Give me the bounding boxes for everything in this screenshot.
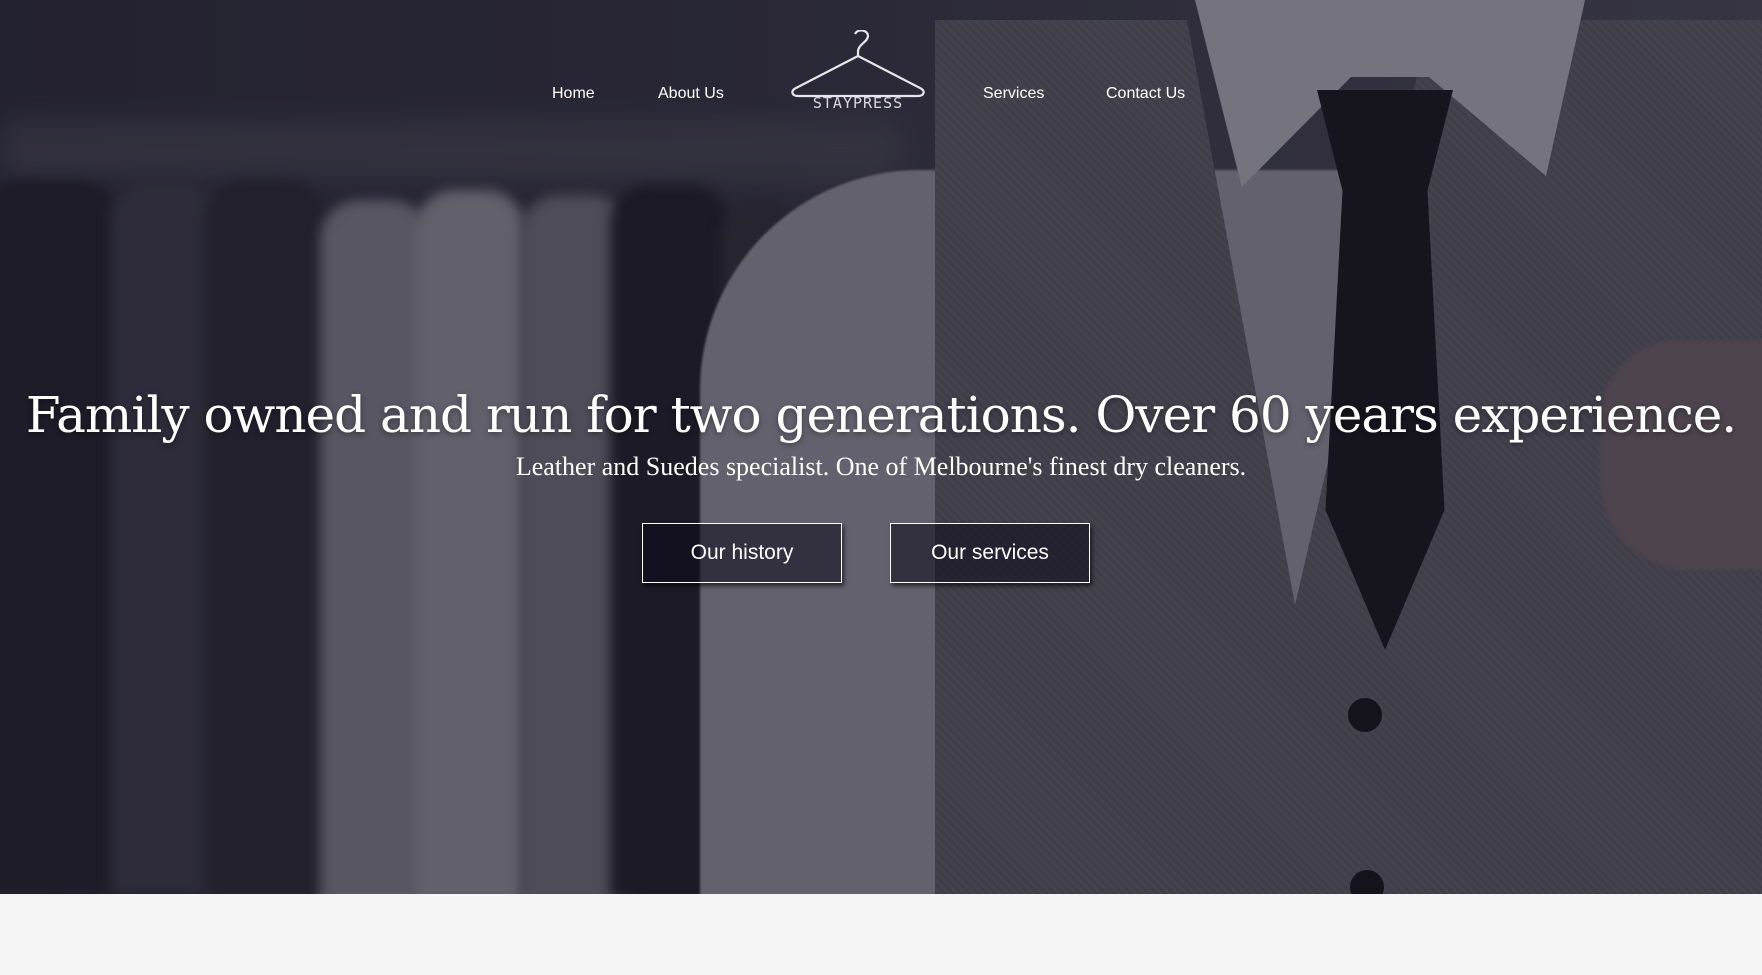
nav-home-link[interactable]: Home	[552, 85, 595, 103]
our-services-button[interactable]: Our services	[890, 523, 1090, 583]
hanger-icon	[791, 29, 925, 98]
nav-about-link[interactable]: About Us	[658, 85, 724, 103]
nav-contact-link[interactable]: Contact Us	[1106, 85, 1185, 103]
staypress-logo[interactable]: STAYPRESS	[788, 29, 928, 118]
our-history-button[interactable]: Our history	[642, 523, 842, 583]
content-section	[0, 894, 1762, 975]
logo-text: STAYPRESS	[812, 94, 904, 112]
hero-section: Home About Us STAYPRESS Services Contact…	[0, 0, 1762, 894]
hero-overlay	[0, 0, 1762, 894]
hero-headline: Family owned and run for two generations…	[25, 386, 1737, 444]
hero-subheadline: Leather and Suedes specialist. One of Me…	[515, 452, 1247, 481]
nav-services-link[interactable]: Services	[983, 85, 1044, 103]
